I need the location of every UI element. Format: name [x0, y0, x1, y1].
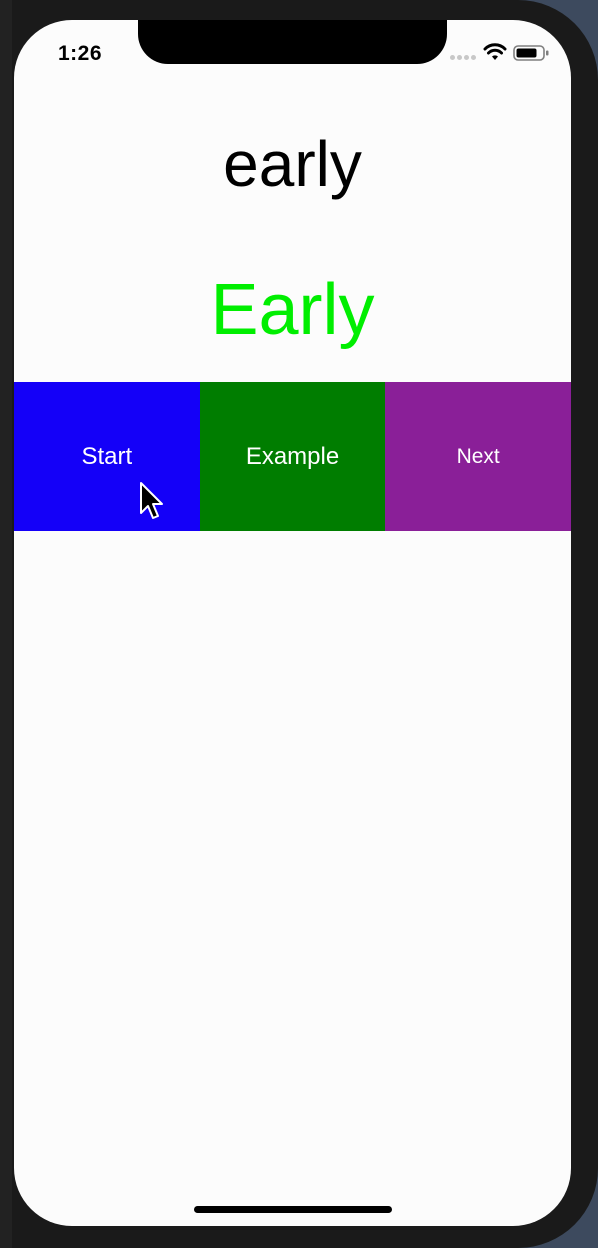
device-frame: 1:26 early Early Start Example Next: [0, 0, 598, 1248]
device-edge: [0, 0, 12, 1248]
battery-icon: [513, 45, 549, 61]
status-time: 1:26: [58, 42, 103, 65]
home-indicator[interactable]: [194, 1206, 392, 1213]
notch: [138, 20, 447, 64]
phone-screen: 1:26 early Early Start Example Next: [14, 20, 571, 1226]
next-button[interactable]: Next: [385, 382, 571, 531]
button-row: Start Example Next: [14, 382, 571, 531]
example-button[interactable]: Example: [199, 382, 386, 531]
signal-dots-icon: [450, 55, 480, 63]
word-capitalized-label: Early: [210, 270, 375, 350]
start-button[interactable]: Start: [14, 382, 200, 531]
wifi-icon: [483, 43, 507, 60]
word-lowercase-label: early: [223, 128, 362, 200]
